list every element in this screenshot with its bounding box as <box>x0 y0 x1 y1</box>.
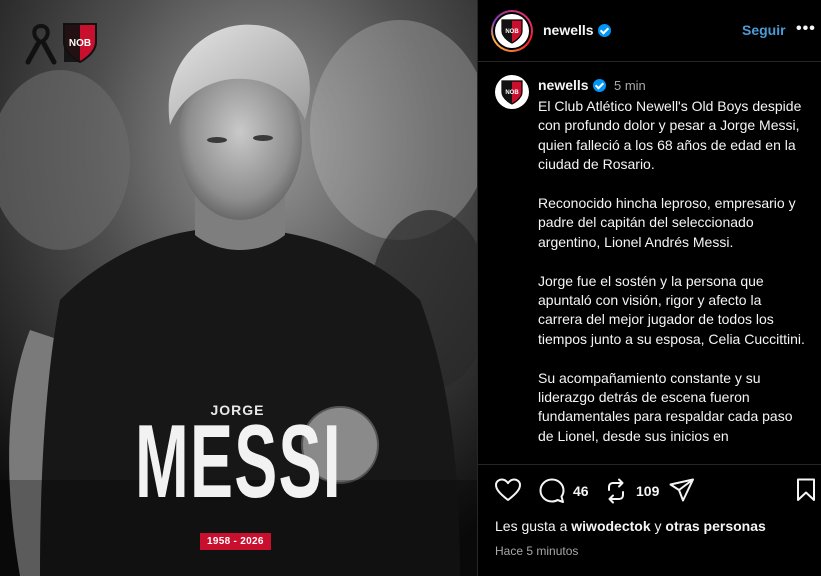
caption-paragraph: Su acompañamiento constante y su lideraz… <box>538 369 793 444</box>
caption-time: 5 min <box>614 78 646 93</box>
verified-badge-icon <box>592 79 606 92</box>
header-avatar[interactable]: NOB <box>491 10 533 52</box>
caption-text: El Club Atlético Newell's Old Boys despi… <box>538 97 808 464</box>
more-options-icon[interactable]: ••• <box>796 20 816 38</box>
nob-crest-icon: NOB <box>501 19 523 44</box>
post-header: NOB newells Seguir ••• <box>478 0 821 62</box>
comment-button[interactable]: 46 <box>539 478 589 504</box>
post-panel: NOB newells Seguir ••• NOB newells 5 min… <box>477 0 821 576</box>
save-button[interactable] <box>796 478 816 502</box>
post-image[interactable]: NOB JORGE MESSI 1958 - 2026 <box>0 0 477 576</box>
follow-button[interactable]: Seguir <box>742 22 786 38</box>
nob-crest-icon: NOB <box>501 80 523 105</box>
liked-by-user-link[interactable]: wiwodectok <box>571 518 650 534</box>
comment-icon <box>539 478 565 503</box>
bookmark-icon <box>797 478 815 501</box>
comments-count: 46 <box>573 483 589 499</box>
svg-text:NOB: NOB <box>505 29 519 35</box>
post-timestamp: Hace 5 minutos <box>495 544 579 558</box>
heart-icon <box>495 478 521 501</box>
action-bar: 46 109 <box>478 478 821 514</box>
crest-label: NOB <box>69 38 91 49</box>
mourning-ribbon-icon <box>25 23 57 65</box>
caption-paragraph: Jorge fue el sostén y la persona que apu… <box>538 272 805 347</box>
caption-avatar[interactable]: NOB <box>495 75 529 109</box>
last-name-text: MESSI <box>135 404 342 520</box>
verified-badge-icon <box>597 24 611 37</box>
send-icon <box>669 478 694 502</box>
like-button[interactable] <box>495 478 521 502</box>
caption-area[interactable]: NOB newells 5 min El Club Atlético Newel… <box>478 63 821 465</box>
svg-text:NOB: NOB <box>505 90 519 96</box>
nob-crest-icon: NOB <box>63 23 97 64</box>
caption-username[interactable]: newells <box>538 77 606 93</box>
reposts-count: 109 <box>636 483 660 499</box>
likes-summary: Les gusta a wiwodectok y otras personas <box>495 518 766 534</box>
header-username[interactable]: newells <box>543 22 611 38</box>
caption-paragraph: Reconocido hincha leproso, empresario y … <box>538 195 796 250</box>
share-button[interactable] <box>669 478 695 502</box>
repost-icon <box>608 478 624 504</box>
caption-paragraph: El Club Atlético Newell's Old Boys despi… <box>538 98 802 173</box>
repost-button[interactable]: 109 <box>604 478 659 504</box>
dates-badge: 1958 - 2026 <box>200 533 271 550</box>
others-link[interactable]: otras personas <box>665 518 765 534</box>
